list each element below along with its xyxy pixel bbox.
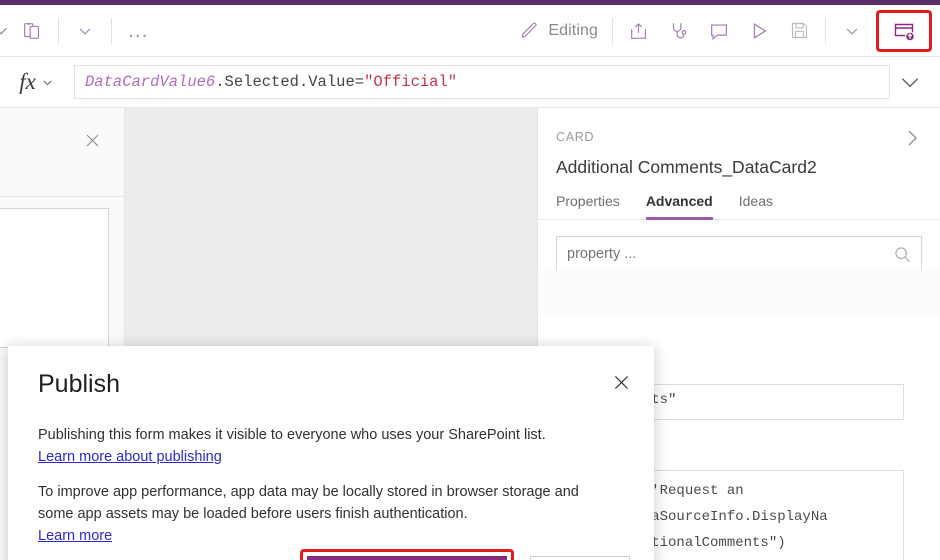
command-bar-right-group: Editing	[515, 5, 940, 56]
property-search-box[interactable]	[556, 236, 922, 272]
app-checker-icon[interactable]	[659, 11, 699, 51]
dialog-close-icon[interactable]	[611, 372, 632, 398]
workspace: CARD Additional Comments_DataCard2 Prope…	[0, 108, 940, 560]
properties-panel-header: CARD Additional Comments_DataCard2	[538, 108, 940, 178]
formula-input[interactable]: DataCardValue6 .Selected.Value= "Official"	[74, 65, 890, 99]
tab-properties[interactable]: Properties	[556, 193, 620, 220]
dialog-actions: Publish to SharePoint Cancel	[8, 549, 654, 560]
left-panel-card	[0, 208, 109, 348]
divider	[111, 17, 112, 44]
property-search-input[interactable]	[567, 246, 892, 262]
publish-icon[interactable]	[884, 11, 924, 51]
properties-panel-collapse-icon[interactable]	[900, 126, 924, 155]
divider	[612, 17, 613, 44]
left-panel-close-icon[interactable]	[83, 131, 102, 155]
left-panel-divider	[0, 196, 125, 197]
powerapps-studio-window: ... Editing fx DataCardValue6 .Selected.…	[0, 0, 940, 560]
editing-mode-button[interactable]: Editing	[515, 11, 606, 51]
dialog-paragraph-2-text: To improve app performance, app data may…	[38, 484, 579, 522]
search-icon	[892, 244, 913, 265]
paste-icon[interactable]	[12, 11, 52, 51]
fx-property-selector[interactable]: fx	[0, 57, 74, 107]
save-icon[interactable]	[779, 11, 819, 51]
formula-bar: fx DataCardValue6 .Selected.Value= "Offici…	[0, 57, 940, 108]
pencil-icon	[519, 20, 540, 41]
publish-dialog: Publish Publishing this form makes it vi…	[8, 346, 654, 560]
formula-token-string: "Official"	[364, 73, 458, 91]
dialog-paragraph-1-text: Publishing this form makes it visible to…	[38, 427, 546, 443]
command-bar-left-group: ...	[0, 5, 159, 56]
learn-more-about-publishing-link[interactable]: Learn more about publishing	[38, 446, 222, 468]
properties-panel-tabs: Properties Advanced Ideas	[538, 178, 940, 220]
preview-play-icon[interactable]	[739, 11, 779, 51]
properties-section-band	[538, 270, 940, 316]
fx-chevron-down-icon	[40, 75, 55, 90]
properties-panel-kind: CARD	[556, 130, 595, 144]
more-commands-icon[interactable]: ...	[118, 20, 159, 41]
undo-chevron-icon[interactable]	[0, 11, 12, 51]
properties-panel-title: Additional Comments_DataCard2	[556, 157, 817, 177]
formula-expand-chevron-icon[interactable]	[890, 57, 930, 107]
publish-to-sharepoint-highlight: Publish to SharePoint	[300, 549, 514, 560]
divider	[825, 17, 826, 44]
divider	[58, 17, 59, 44]
tab-ideas[interactable]: Ideas	[739, 193, 773, 220]
fx-label: fx	[19, 69, 36, 94]
dialog-paragraph-1: Publishing this form makes it visible to…	[38, 424, 624, 468]
save-chevron-down-icon[interactable]	[832, 11, 872, 51]
publish-to-sharepoint-button[interactable]: Publish to SharePoint	[307, 556, 507, 560]
dialog-paragraph-2: To improve app performance, app data may…	[38, 481, 616, 547]
command-bar: ... Editing	[0, 5, 940, 57]
paste-chevron-down-icon[interactable]	[65, 11, 105, 51]
comments-icon[interactable]	[699, 11, 739, 51]
learn-more-link[interactable]: Learn more	[38, 525, 112, 547]
cancel-button[interactable]: Cancel	[530, 556, 630, 560]
dialog-title: Publish	[38, 370, 120, 398]
formula-token-control: DataCardValue6	[85, 73, 216, 91]
publish-button-highlight	[876, 9, 932, 52]
tab-advanced[interactable]: Advanced	[645, 193, 713, 220]
share-icon[interactable]	[619, 11, 659, 51]
formula-token-property: .Selected.Value=	[215, 73, 365, 91]
editing-mode-label: Editing	[548, 21, 598, 39]
